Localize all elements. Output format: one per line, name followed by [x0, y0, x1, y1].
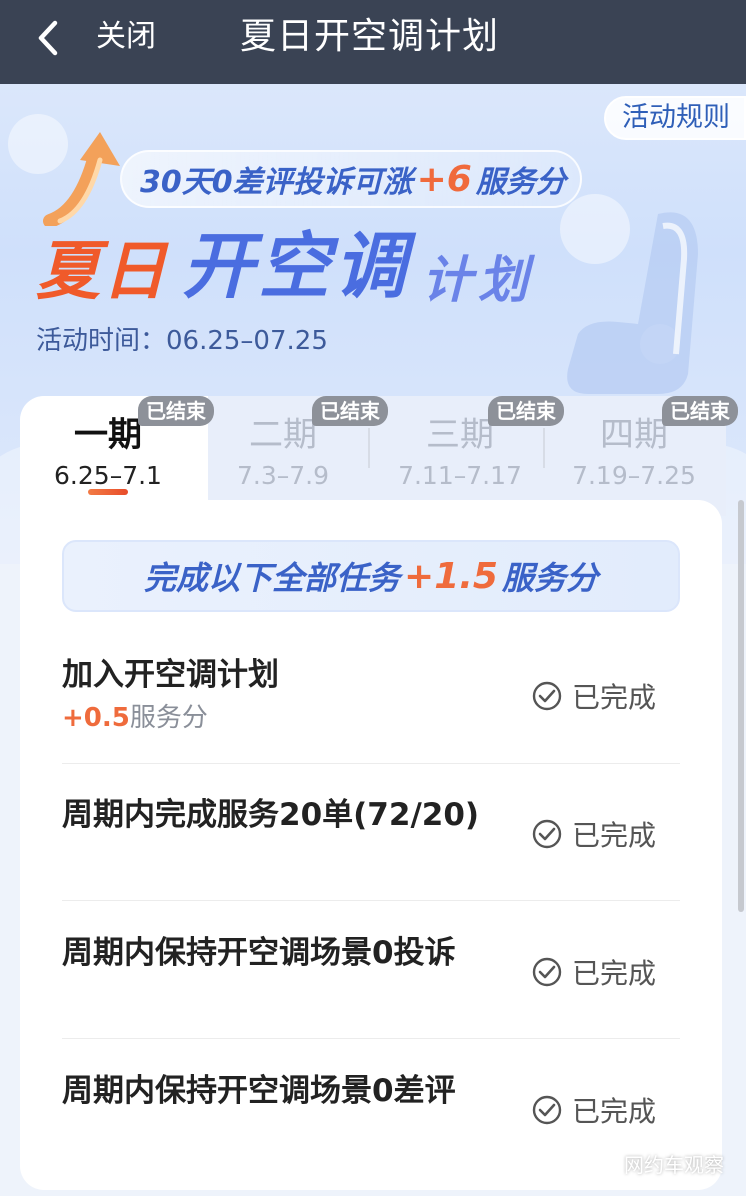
tab-divider	[543, 428, 545, 468]
task-status-label: 已完成	[571, 957, 656, 990]
task-title: 周期内保持开空调场景0投诉	[62, 935, 456, 971]
task-title: 周期内完成服务20单(72/20)	[62, 797, 480, 833]
task-status-label: 已完成	[571, 681, 656, 714]
check-circle-icon	[532, 681, 562, 711]
task-reward-unit: 服务分	[129, 703, 208, 733]
status-badge: 已结束	[138, 396, 214, 426]
tab-divider	[368, 428, 370, 468]
tab-range: 7.11–7.17	[398, 461, 522, 490]
promo-banner: 30天0差评投诉可涨 +6 服务分	[120, 150, 582, 208]
divider	[62, 1038, 680, 1039]
task-status: 已完成	[532, 676, 656, 716]
task-reward-value: +0.5	[62, 703, 130, 733]
watermark-text: 网约车观察	[624, 1153, 724, 1177]
task-status: 已完成	[532, 1090, 656, 1130]
active-tab-indicator	[88, 489, 128, 495]
task-item: 周期内保持开空调场景0差评 已完成	[62, 1072, 680, 1152]
status-badge: 已结束	[312, 396, 388, 426]
status-badge: 已结束	[488, 396, 564, 426]
watermark: 网约车观察	[592, 1149, 724, 1178]
task-item: 周期内完成服务20单(72/20) 已完成	[62, 796, 680, 876]
close-button[interactable]: 关闭	[96, 14, 156, 60]
chevron-left-icon	[38, 20, 58, 56]
summary-value: +1.5	[404, 555, 498, 597]
task-summary-banner: 完成以下全部任务 +1.5 服务分	[62, 540, 680, 612]
tab-range: 7.3–7.9	[236, 461, 330, 490]
scrollbar[interactable]	[738, 500, 744, 912]
task-item: 周期内保持开空调场景0投诉 已完成	[62, 934, 680, 1014]
campaign-title-part1: 夏日	[36, 235, 168, 309]
car-seat-icon	[567, 212, 698, 394]
check-circle-icon	[532, 1095, 562, 1125]
back-button[interactable]	[28, 16, 68, 60]
campaign-title: 夏日 开空调 计划	[36, 212, 534, 312]
check-circle-icon	[532, 819, 562, 849]
check-circle-icon	[532, 957, 562, 987]
wechat-icon	[592, 1153, 618, 1173]
status-badge: 已结束	[662, 396, 738, 426]
promo-suffix: 服务分	[475, 165, 566, 200]
page-title: 夏日开空调计划	[240, 16, 500, 57]
divider	[62, 900, 680, 901]
task-title: 周期内保持开空调场景0差评	[62, 1073, 456, 1109]
tab-range: 7.19–7.25	[572, 461, 696, 490]
promo-value: +6	[416, 158, 472, 200]
promo-prefix: 30天0差评投诉可涨	[140, 165, 413, 200]
task-status-label: 已完成	[571, 1095, 656, 1128]
task-status-label: 已完成	[571, 819, 656, 852]
summary-prefix: 完成以下全部任务	[144, 559, 401, 597]
task-item: 加入开空调计划 +0.5服务分 已完成	[62, 656, 680, 746]
divider	[62, 763, 680, 764]
summary-suffix: 服务分	[501, 559, 598, 597]
activity-time: 活动时间：06.25–07.25	[36, 326, 328, 356]
nav-bar: 关闭 夏日开空调计划	[0, 0, 746, 84]
activity-rules-button[interactable]: 活动规则	[604, 96, 746, 140]
task-status: 已完成	[532, 814, 656, 854]
campaign-title-part3: 计划	[422, 251, 535, 309]
tab-range: 6.25–7.1	[54, 461, 162, 490]
task-title: 加入开空调计划	[62, 657, 279, 693]
campaign-title-part2: 开空调	[182, 224, 411, 308]
task-status: 已完成	[532, 952, 656, 992]
